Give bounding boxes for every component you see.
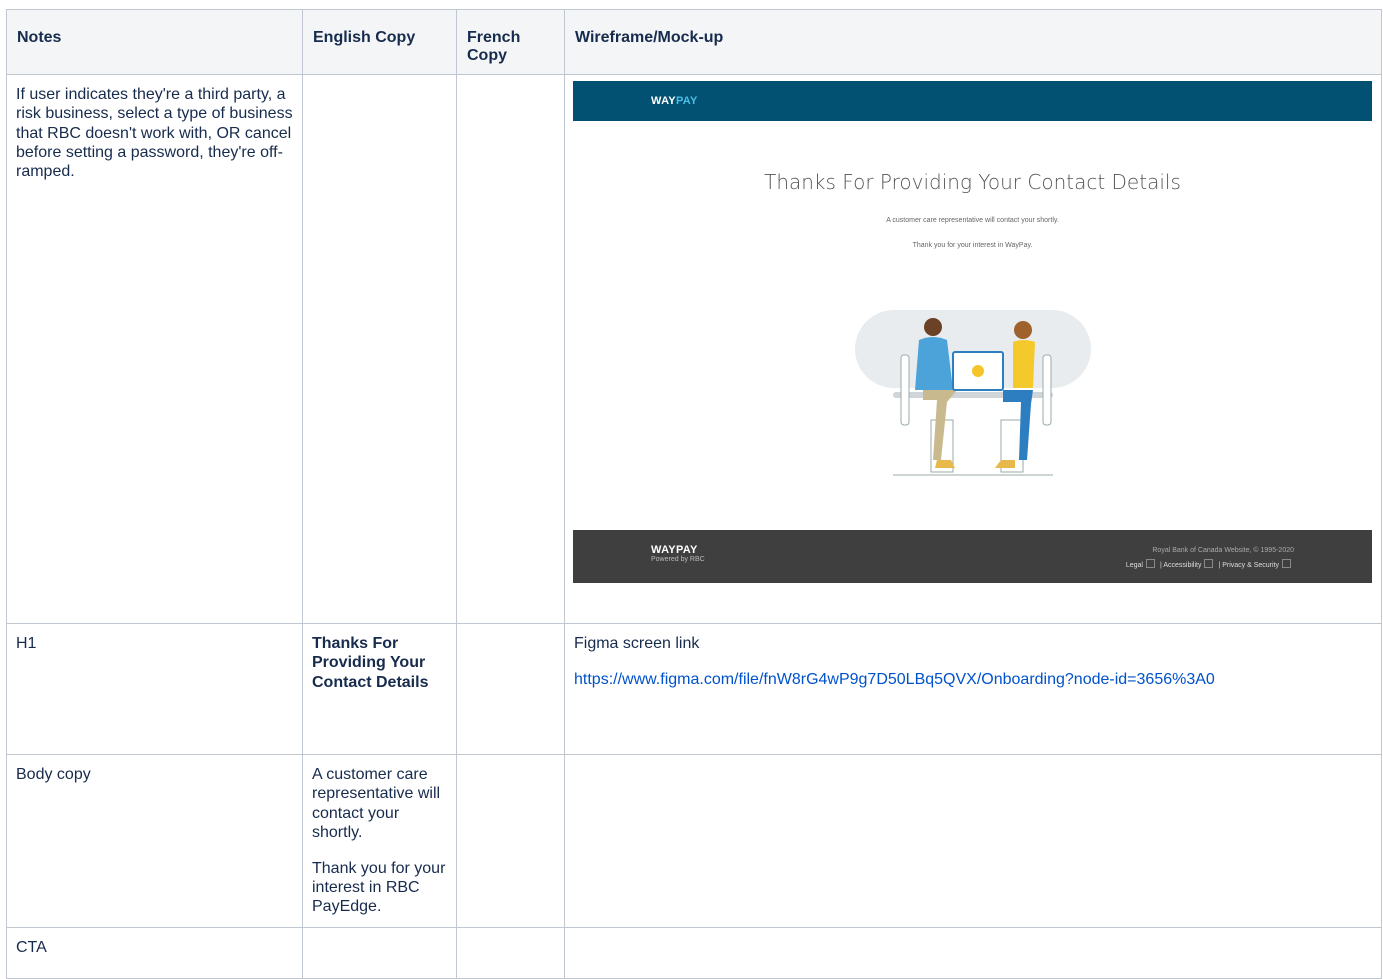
footer-separator: | — [1218, 562, 1221, 570]
external-link-icon — [1204, 559, 1214, 569]
figma-link[interactable]: https://www.figma.com/file/fnW8rG4wP9g7D… — [574, 671, 1215, 688]
english-h1-text: Thanks For Providing Your Contact Detail… — [312, 635, 429, 691]
table-row-cta: CTA — [6, 926, 1382, 979]
external-link-icon — [1146, 559, 1155, 569]
footer-logo-way-text: WAY — [651, 544, 676, 557]
header-wireframe: Wireframe/Mock-up — [564, 8, 1382, 76]
mockup-footer: WAYPAY Powered by RBC Royal Bank of Cana… — [573, 530, 1372, 584]
english-body-para-2: Thank you for your interest in RBC PayEd… — [312, 859, 446, 916]
header-row: Notes English Copy French Copy Wireframe… — [6, 8, 1382, 76]
external-link-icon — [1282, 559, 1291, 569]
notes-text: H1 — [16, 635, 37, 653]
logo-way-text: WAY — [651, 95, 676, 108]
footer-logo-pay-text: PAY — [675, 544, 698, 557]
notes-cell: H1 — [6, 623, 303, 756]
notes-text: Body copy — [16, 766, 91, 784]
footer-link-privacy: Privacy & Security — [1222, 562, 1279, 570]
table-row-h1: H1 Thanks For Providing Your Contact Det… — [6, 623, 1382, 756]
waypay-logo: WAYPAY — [651, 95, 698, 108]
header-notes: Notes — [6, 8, 303, 76]
mockup-image: WAYPAY Thanks For Providing Your Contact… — [573, 81, 1372, 584]
french-cell — [456, 754, 565, 928]
wireframe-cell — [564, 754, 1382, 928]
notes-cell: If user indicates they're a third party,… — [6, 74, 303, 625]
people-at-laptop-illustration — [855, 310, 1091, 476]
figma-label: Figma screen link — [574, 635, 700, 653]
wireframe-cell — [564, 926, 1382, 979]
mockup-title: Thanks For Providing Your Contact Detail… — [764, 170, 1181, 195]
english-cell: A customer care representative will cont… — [302, 754, 457, 928]
footer-link-legal: Legal — [1125, 562, 1143, 570]
english-body-para-1: A customer care representative will cont… — [312, 766, 441, 841]
notes-cell: CTA — [6, 926, 303, 979]
notes-text: CTA — [16, 938, 47, 956]
copyright-text: Royal Bank of Canada Website, © 1995-202… — [1152, 547, 1294, 555]
powered-by-text: Powered by RBC — [651, 556, 705, 564]
notes-text: If user indicates they're a third party,… — [16, 86, 293, 180]
table-row-body-copy: Body copy A customer care representative… — [6, 754, 1382, 928]
footer-link-accessibility: Accessibility — [1163, 562, 1202, 570]
french-cell — [456, 74, 565, 625]
header-english-copy: English Copy — [302, 8, 457, 76]
mockup-line-2: Thank you for your interest in WayPay. — [912, 242, 1033, 250]
footer-separator: | — [1159, 562, 1162, 570]
table-row-offramp: If user indicates they're a third party,… — [6, 74, 1382, 625]
english-cell — [302, 926, 457, 979]
mockup-header: WAYPAY — [573, 81, 1372, 122]
french-cell — [456, 926, 565, 979]
french-cell — [456, 623, 565, 756]
logo-pay-text: PAY — [675, 95, 698, 108]
english-cell — [302, 74, 457, 625]
wireframe-cell: WAYPAY Thanks For Providing Your Contact… — [564, 74, 1382, 625]
english-cell: Thanks For Providing Your Contact Detail… — [302, 623, 457, 756]
copy-spec-table: Notes English Copy French Copy Wireframe… — [6, 8, 1382, 979]
mockup-line-1: A customer care representative will cont… — [886, 217, 1059, 225]
footer-links: Legal | Accessibility | Privacy & Securi… — [1126, 559, 1294, 570]
notes-cell: Body copy — [6, 754, 303, 928]
header-french-copy: French Copy — [456, 8, 565, 76]
wireframe-cell: Figma screen link https://www.figma.com/… — [564, 623, 1382, 756]
